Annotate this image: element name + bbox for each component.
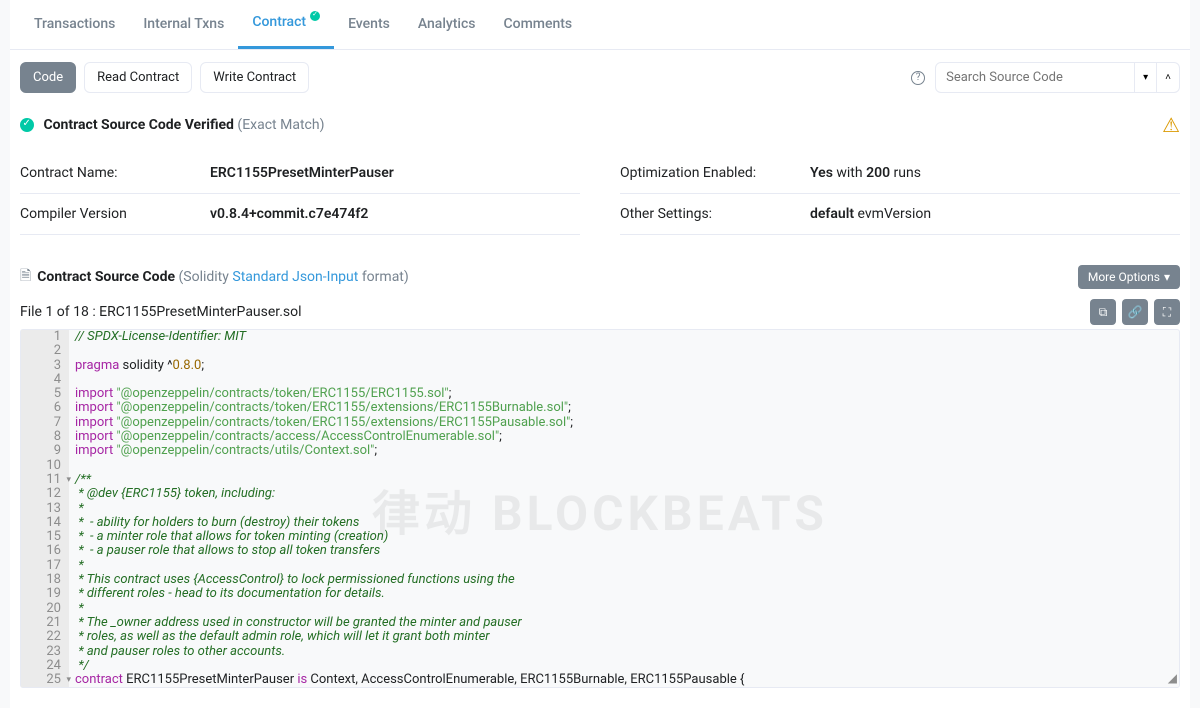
compiler-version-label: Compiler Version bbox=[20, 206, 210, 222]
contract-subtabs: Code Read Contract Write Contract bbox=[20, 62, 309, 93]
link-button[interactable]: 🔗 bbox=[1122, 299, 1148, 325]
resize-handle-icon[interactable]: ◢ bbox=[1168, 671, 1177, 685]
tab-analytics[interactable]: Analytics bbox=[404, 0, 490, 49]
verified-match: (Exact Match) bbox=[237, 117, 324, 133]
fold-icon[interactable]: ▾ bbox=[66, 473, 71, 487]
search-input[interactable] bbox=[935, 62, 1135, 93]
help-icon[interactable]: ? bbox=[911, 71, 925, 85]
tab-internal-txns[interactable]: Internal Txns bbox=[129, 0, 238, 49]
expand-button[interactable]: ⛶ bbox=[1154, 299, 1180, 325]
tab-comments[interactable]: Comments bbox=[490, 0, 587, 49]
subtab-write-contract[interactable]: Write Contract bbox=[200, 62, 309, 93]
tab-contract[interactable]: Contract bbox=[238, 0, 334, 49]
optimization-label: Optimization Enabled: bbox=[620, 165, 810, 181]
file-icon: 🗎 bbox=[20, 265, 31, 289]
fold-icon[interactable]: ▾ bbox=[66, 673, 71, 687]
subtab-read-contract[interactable]: Read Contract bbox=[84, 62, 192, 93]
copy-button[interactable]: ⧉ bbox=[1090, 299, 1116, 325]
compiler-version-value: v0.8.4+commit.c7e474f2 bbox=[210, 206, 368, 222]
search-dropdown-button[interactable]: ▾ bbox=[1135, 62, 1157, 93]
more-options-button[interactable]: More Options▾ bbox=[1078, 265, 1180, 289]
verified-label: Contract Source Code Verified bbox=[43, 117, 233, 133]
main-tabs: Transactions Internal Txns Contract Even… bbox=[10, 0, 1190, 50]
json-input-link[interactable]: Standard Json-Input bbox=[232, 269, 358, 285]
warning-icon[interactable]: ⚠ bbox=[1162, 113, 1180, 137]
tab-events[interactable]: Events bbox=[334, 0, 404, 49]
optimization-value: Yes with 200 runs bbox=[810, 165, 921, 181]
contract-name-label: Contract Name: bbox=[20, 165, 210, 181]
verified-badge-icon bbox=[310, 11, 320, 21]
code-editor[interactable]: 律动 BLOCKBEATS 1// SPDX-License-Identifie… bbox=[20, 329, 1180, 688]
chevron-down-icon: ▾ bbox=[1164, 270, 1170, 284]
tab-transactions[interactable]: Transactions bbox=[20, 0, 129, 49]
verified-status: Contract Source Code Verified (Exact Mat… bbox=[20, 117, 324, 133]
source-code-heading: Contract Source Code (Solidity Standard … bbox=[37, 269, 409, 285]
check-circle-icon bbox=[20, 118, 34, 132]
other-settings-label: Other Settings: bbox=[620, 206, 810, 222]
other-settings-value: default evmVersion bbox=[810, 206, 931, 222]
contract-name-value: ERC1155PresetMinterPauser bbox=[210, 165, 394, 181]
file-indicator: File 1 of 18 : ERC1155PresetMinterPauser… bbox=[20, 304, 302, 320]
search-collapse-button[interactable]: ˄ bbox=[1157, 62, 1180, 93]
subtab-code[interactable]: Code bbox=[20, 62, 76, 93]
tab-contract-label: Contract bbox=[252, 14, 306, 30]
